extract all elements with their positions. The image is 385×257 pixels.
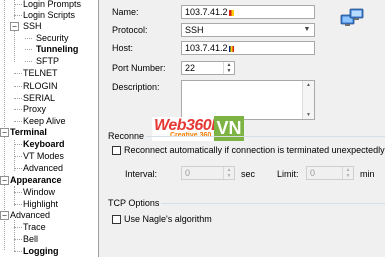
- tree-label: RLOGIN: [23, 81, 58, 91]
- collapse-icon[interactable]: −: [0, 211, 9, 220]
- spin-arrows-icon[interactable]: ▲ ▼: [342, 167, 353, 179]
- chevron-down-icon[interactable]: ▼: [300, 24, 314, 36]
- tree-item-telnet[interactable]: TELNET: [0, 67, 98, 79]
- vertical-scrollbar[interactable]: ▲ ▼: [302, 81, 314, 119]
- description-label: Description:: [112, 82, 160, 92]
- watermark-vn: VN: [214, 116, 244, 141]
- tree-item-tunneling[interactable]: Tunneling: [0, 43, 98, 55]
- tree-item-keyboard[interactable]: Keyboard: [0, 138, 98, 150]
- reconnect-checkbox-label[interactable]: Reconnect automatically if connection is…: [124, 145, 385, 155]
- tree-item-sftp[interactable]: SFTP: [0, 55, 98, 67]
- tree-item-bell[interactable]: Bell: [0, 233, 98, 245]
- tree-label: Tunneling: [36, 44, 79, 54]
- tree-label: Appearance: [10, 175, 62, 185]
- collapse-icon[interactable]: −: [0, 128, 9, 137]
- tree-label: Keyboard: [23, 139, 65, 149]
- nagle-checkbox[interactable]: [112, 215, 121, 224]
- flag-icon: [228, 10, 234, 16]
- nagle-checkbox-label[interactable]: Use Nagle's algorithm: [124, 214, 212, 224]
- tree-item-rlogin[interactable]: RLOGIN: [0, 80, 98, 92]
- interval-label: Interval:: [125, 169, 158, 179]
- tree-label: Proxy: [23, 104, 47, 114]
- interval-value: 0: [185, 168, 191, 178]
- tree-label: SSH: [23, 21, 42, 31]
- tree-label: Trace: [23, 222, 46, 232]
- limit-value: 0: [310, 168, 316, 178]
- name-field[interactable]: 103.7.41.2: [181, 5, 315, 19]
- protocol-label: Protocol:: [112, 25, 148, 35]
- tree-label: Window: [23, 187, 56, 197]
- tree-item-ssh[interactable]: − SSH: [0, 20, 98, 32]
- host-value: 103.7.41.2: [185, 43, 228, 53]
- interval-stepper[interactable]: 0 ▲ ▼: [181, 166, 235, 180]
- tree-item-vt-modes[interactable]: VT Modes: [0, 150, 98, 162]
- port-value: 22: [185, 63, 196, 73]
- tree-item-terminal[interactable]: − Terminal: [0, 126, 98, 138]
- tree-item-terminal-advanced[interactable]: Advanced: [0, 162, 98, 174]
- tree-item-logging[interactable]: Logging: [0, 245, 98, 257]
- tree-label: SFTP: [36, 56, 60, 66]
- name-value: 103.7.41.2: [185, 7, 228, 17]
- collapse-icon[interactable]: −: [10, 22, 19, 31]
- reconnect-group-title: Reconne: [108, 131, 147, 141]
- interval-unit: sec: [241, 169, 256, 179]
- category-tree[interactable]: Login Prompts Login Scripts − SSH Securi…: [0, 0, 99, 257]
- host-field[interactable]: 103.7.41.2: [181, 41, 315, 55]
- scroll-up-icon[interactable]: ▲: [303, 82, 314, 88]
- collapse-icon[interactable]: −: [0, 176, 9, 185]
- tree-label: TELNET: [23, 68, 58, 78]
- scroll-down-icon[interactable]: ▼: [303, 112, 314, 118]
- reconnect-checkbox[interactable]: [112, 146, 121, 155]
- tree-item-proxy[interactable]: Proxy: [0, 103, 98, 115]
- computers-network-icon: [340, 6, 364, 28]
- spin-arrows-icon[interactable]: ▲ ▼: [223, 62, 234, 74]
- tree-label: Advanced: [10, 210, 51, 220]
- tcp-group-title: TCP Options: [108, 198, 162, 208]
- protocol-select[interactable]: SSH ▼: [181, 23, 315, 37]
- limit-label: Limit:: [277, 169, 299, 179]
- description-textarea[interactable]: ▲ ▼: [181, 80, 315, 120]
- host-label: Host:: [112, 43, 134, 53]
- port-label: Port Number:: [112, 63, 166, 73]
- tree-item-trace[interactable]: Trace: [0, 221, 98, 233]
- tree-label: Terminal: [10, 127, 47, 137]
- tree-label: VT Modes: [23, 151, 64, 161]
- spin-arrows-icon[interactable]: ▲ ▼: [223, 167, 234, 179]
- tree-label: Advanced: [23, 163, 64, 173]
- tree-item-advanced[interactable]: − Advanced: [0, 209, 98, 221]
- limit-stepper[interactable]: 0 ▲ ▼: [306, 166, 354, 180]
- flag-icon: [228, 46, 234, 52]
- name-label: Name:: [112, 7, 139, 17]
- limit-unit: min: [360, 169, 375, 179]
- tree-item-window[interactable]: Window: [0, 186, 98, 198]
- protocol-value: SSH: [185, 25, 204, 35]
- port-stepper[interactable]: 22 ▲ ▼: [181, 61, 235, 75]
- tree-label: Bell: [23, 234, 39, 244]
- reconnect-group-line: [108, 136, 385, 137]
- tree-item-appearance[interactable]: − Appearance: [0, 174, 98, 186]
- tree-label: Logging: [23, 246, 59, 256]
